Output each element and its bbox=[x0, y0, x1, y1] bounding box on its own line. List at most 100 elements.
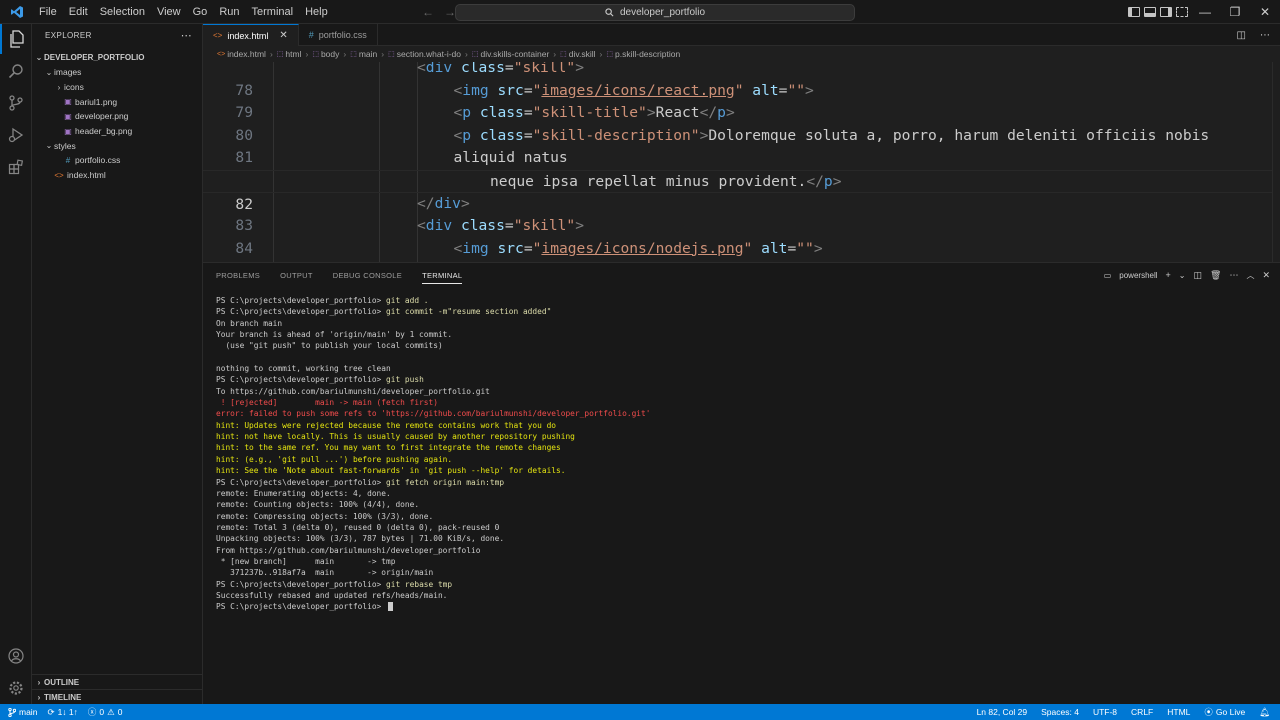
workspace-root-folder[interactable]: ⌄ DEVELOPER_PORTFOLIO bbox=[32, 49, 202, 65]
branch-indicator[interactable]: main bbox=[8, 707, 37, 717]
more-actions-icon[interactable]: ⋯ bbox=[1260, 30, 1270, 41]
tab-index-html[interactable]: <> index.html ✕ bbox=[203, 24, 299, 46]
extensions-icon[interactable] bbox=[0, 152, 32, 182]
terminal-line: From https://github.com/bariulmunshi/dev… bbox=[216, 545, 650, 556]
breadcrumb-item[interactable]: div.skills-container bbox=[480, 49, 549, 59]
toggle-sidebar-icon[interactable] bbox=[1128, 7, 1140, 17]
breadcrumb-item[interactable]: div.skill bbox=[569, 49, 596, 59]
code-link[interactable]: images/icons/nodejs.png bbox=[541, 240, 743, 257]
tab-terminal[interactable]: TERMINAL bbox=[422, 271, 463, 284]
breadcrumb-item[interactable]: body bbox=[321, 49, 339, 59]
breadcrumb-item[interactable]: p.skill-description bbox=[615, 49, 680, 59]
file-item[interactable]: <> index.html bbox=[32, 168, 202, 183]
close-tab-icon[interactable]: ✕ bbox=[279, 30, 287, 41]
branch-name: main bbox=[19, 707, 38, 717]
search-icon bbox=[605, 8, 614, 17]
folder-item[interactable]: ⌄ images bbox=[32, 65, 202, 80]
kill-terminal-icon[interactable]: 🗑 bbox=[1210, 270, 1221, 281]
customize-layout-icon[interactable] bbox=[1176, 7, 1188, 17]
go-live-button[interactable]: ⦿ Go Live bbox=[1204, 706, 1245, 718]
new-terminal-icon[interactable]: + bbox=[1166, 270, 1171, 280]
tree-item-label: icons bbox=[64, 82, 84, 93]
css-file-icon: # bbox=[65, 155, 71, 165]
indentation[interactable]: Spaces: 4 bbox=[1041, 707, 1079, 717]
search-icon[interactable] bbox=[0, 56, 32, 86]
minimize-button[interactable]: — bbox=[1190, 0, 1220, 24]
back-arrow-icon[interactable]: ← bbox=[422, 5, 434, 19]
tab-problems[interactable]: PROBLEMS bbox=[216, 271, 260, 280]
code-string: "" bbox=[787, 81, 806, 99]
split-editor-icon[interactable]: ◫ bbox=[1237, 30, 1246, 41]
command-center-search[interactable]: developer_portfolio bbox=[455, 4, 855, 21]
restore-button[interactable]: ❐ bbox=[1220, 0, 1250, 24]
chevron-down-icon: ⌄ bbox=[45, 141, 53, 151]
element-icon: ⬚ bbox=[276, 51, 284, 58]
toggle-secondary-sidebar-icon[interactable] bbox=[1160, 7, 1172, 17]
terminal-line: hint: not have locally. This is usually … bbox=[216, 431, 650, 442]
terminal-line: hint: (e.g., 'git pull ...') before push… bbox=[216, 454, 650, 465]
editor-scrollbar[interactable] bbox=[1272, 62, 1280, 262]
tree-item-label: styles bbox=[54, 140, 76, 151]
breadcrumb-item[interactable]: html bbox=[285, 49, 301, 59]
source-control-icon[interactable] bbox=[0, 88, 32, 118]
menu-item-edit[interactable]: Edit bbox=[63, 0, 94, 24]
end-of-line[interactable]: CRLF bbox=[1131, 707, 1153, 717]
explorer-title: EXPLORER bbox=[45, 30, 92, 40]
maximize-panel-icon[interactable]: ︿ bbox=[1246, 270, 1254, 281]
search-text: developer_portfolio bbox=[619, 7, 706, 18]
close-window-button[interactable]: ✕ bbox=[1250, 0, 1280, 24]
tab-output[interactable]: OUTPUT bbox=[280, 271, 313, 280]
chevron-right-icon: › bbox=[37, 677, 41, 687]
code-line: 78 <div class="skill"> bbox=[203, 62, 1280, 99]
close-panel-icon[interactable]: ✕ bbox=[1262, 270, 1270, 281]
menu-item-run[interactable]: Run bbox=[213, 0, 245, 24]
encoding[interactable]: UTF-8 bbox=[1093, 707, 1117, 717]
status-bar: main ⟳ 1↓ 1↑ ⓧ 0 ⚠ 0 Ln 82, Col 29 Space… bbox=[0, 704, 1280, 720]
tab-debug-console[interactable]: DEBUG CONSOLE bbox=[333, 271, 402, 280]
chevron-right-icon: › bbox=[57, 82, 61, 92]
folder-item[interactable]: › icons bbox=[32, 80, 202, 95]
code-link[interactable]: images/icons/react.png bbox=[541, 82, 734, 99]
file-item[interactable]: ▣ header_bg.png bbox=[32, 124, 202, 139]
explorer-icon[interactable] bbox=[0, 24, 32, 54]
terminal-output[interactable]: PS C:\projects\developer_portfolio> git … bbox=[216, 295, 650, 613]
code-editor[interactable]: 78 <div class="skill"> 79 <img src="imag… bbox=[203, 62, 1280, 262]
breadcrumb-item[interactable]: section.what-i-do bbox=[397, 49, 461, 59]
image-file-icon: ▣ bbox=[64, 126, 72, 136]
folder-item[interactable]: ⌄ styles bbox=[32, 138, 202, 153]
chevron-down-icon[interactable]: ⌄ bbox=[1179, 271, 1186, 280]
notifications-icon[interactable]: 🔔︎ bbox=[1259, 707, 1270, 718]
file-item[interactable]: ▣ developer.png bbox=[32, 109, 202, 124]
manage-gear-icon[interactable] bbox=[0, 673, 32, 703]
breadcrumb-item[interactable]: main bbox=[359, 49, 377, 59]
problems-indicator[interactable]: ⓧ 0 ⚠ 0 bbox=[88, 706, 123, 718]
terminal-cursor bbox=[388, 602, 394, 612]
more-actions-icon[interactable]: ⋯ bbox=[181, 29, 192, 42]
run-debug-icon[interactable] bbox=[0, 120, 32, 150]
timeline-section[interactable]: › TIMELINE bbox=[32, 689, 203, 704]
outline-section[interactable]: › OUTLINE bbox=[32, 674, 203, 689]
terminal-prompt: PS C:\projects\developer_portfolio> bbox=[216, 477, 387, 487]
menu-item-file[interactable]: File bbox=[33, 0, 63, 24]
language-mode[interactable]: HTML bbox=[1167, 707, 1190, 717]
account-icon[interactable] bbox=[0, 641, 32, 671]
file-item[interactable]: ▣ bariul1.png bbox=[32, 94, 202, 109]
cursor-position[interactable]: Ln 82, Col 29 bbox=[977, 707, 1028, 717]
menu-item-selection[interactable]: Selection bbox=[94, 0, 151, 24]
breadcrumb-separator-icon: › bbox=[343, 49, 347, 59]
breadcrumb-item[interactable]: index.html bbox=[227, 49, 266, 59]
menu-item-help[interactable]: Help bbox=[299, 0, 334, 24]
menu-item-go[interactable]: Go bbox=[187, 0, 214, 24]
file-item[interactable]: # portfolio.css bbox=[32, 153, 202, 168]
html-file-icon: <> bbox=[213, 31, 223, 40]
toggle-panel-icon[interactable] bbox=[1144, 7, 1156, 17]
sync-indicator[interactable]: ⟳ 1↓ 1↑ bbox=[47, 707, 77, 718]
split-terminal-icon[interactable]: ◫ bbox=[1194, 270, 1203, 281]
more-actions-icon[interactable]: ⋯ bbox=[1229, 270, 1238, 281]
shell-name[interactable]: powershell bbox=[1119, 271, 1157, 280]
tab-portfolio-css[interactable]: # portfolio.css bbox=[299, 24, 378, 46]
menu-item-view[interactable]: View bbox=[151, 0, 187, 24]
terminal-command: git fetch origin main:tmp bbox=[386, 477, 505, 487]
menu-item-terminal[interactable]: Terminal bbox=[246, 0, 300, 24]
